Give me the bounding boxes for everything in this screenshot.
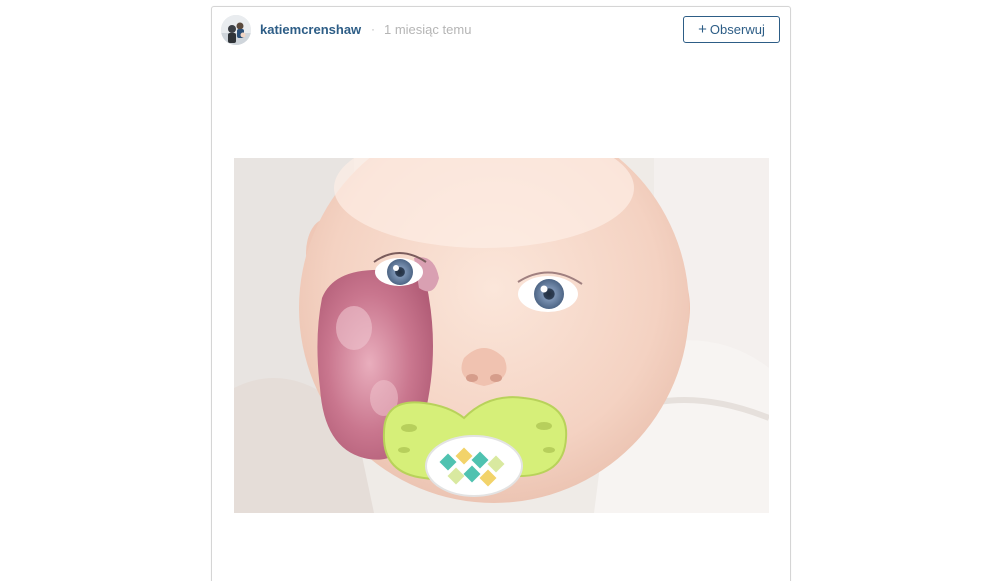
follow-button-label: Obserwuj [709, 22, 765, 37]
follow-button[interactable]: + Obserwuj [683, 16, 780, 43]
separator-dot: · [371, 22, 375, 36]
username-link[interactable]: katiemcrenshaw [260, 22, 361, 37]
post-card: katiemcrenshaw · 1 miesiąc temu + Obserw… [211, 6, 791, 581]
post-timestamp: 1 miesiąc temu [384, 22, 472, 37]
baby-photo-illustration [234, 158, 769, 513]
page: katiemcrenshaw · 1 miesiąc temu + Obserw… [0, 0, 984, 581]
post-image[interactable] [234, 158, 769, 513]
user-avatar-photo-icon [221, 15, 251, 45]
post-header: katiemcrenshaw · 1 miesiąc temu + Obserw… [212, 7, 790, 53]
avatar[interactable] [221, 15, 251, 45]
plus-icon: + [698, 20, 707, 38]
